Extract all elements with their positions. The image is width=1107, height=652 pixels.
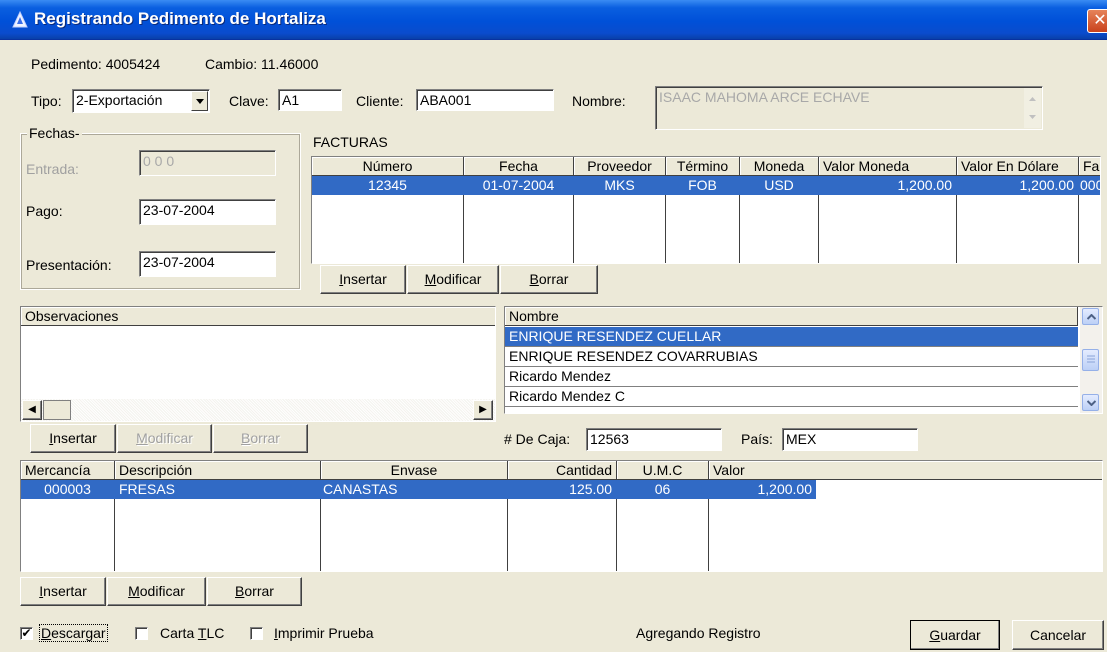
imprimir-prueba-label[interactable]: Imprimir Prueba: [274, 625, 374, 641]
facturas-title: FACTURAS: [313, 134, 388, 150]
cell-fa: 000: [1080, 177, 1100, 193]
col-cantidad[interactable]: Cantidad: [508, 461, 617, 480]
facturas-insertar-button[interactable]: Insertar: [320, 265, 406, 294]
descargar-checkbox[interactable]: ✔: [20, 627, 33, 640]
close-icon: ✕: [1093, 12, 1107, 29]
fechas-group-title: Fechas-: [27, 125, 82, 141]
window-title: Registrando Pedimento de Hortaliza: [34, 9, 326, 28]
presentacion-label: Presentación:: [26, 257, 112, 273]
tipo-selected-value: 2-Exportación: [76, 92, 163, 108]
caja-field[interactable]: 12563: [586, 428, 722, 451]
presentacion-field[interactable]: 23-07-2004: [139, 251, 276, 277]
mercancias-insertar-button[interactable]: Insertar: [20, 577, 106, 606]
cell-moneda: USD: [764, 177, 794, 193]
observaciones-hscrollbar[interactable]: [21, 399, 495, 421]
scroll-up-icon[interactable]: [1082, 308, 1099, 325]
scroll-thumb[interactable]: [1082, 349, 1099, 371]
col-proveedor[interactable]: Proveedor: [574, 157, 666, 176]
check-icon: ✔: [21, 626, 32, 640]
descargar-label[interactable]: Descargar: [39, 624, 108, 642]
cell-proveedor: MKS: [604, 177, 635, 193]
cell-mercancia: 000003: [44, 481, 91, 497]
observaciones-insertar-button[interactable]: Insertar: [30, 424, 116, 453]
tipo-label: Tipo:: [31, 93, 62, 109]
cell-cantidad: 125.00: [569, 481, 612, 497]
scroll-left-icon[interactable]: ◀: [22, 400, 42, 420]
carta-tlc-checkbox[interactable]: [135, 627, 148, 640]
col-envase[interactable]: Envase: [321, 461, 508, 480]
cell-numero: 12345: [368, 177, 407, 193]
nombre-scrollbar[interactable]: [1024, 88, 1041, 128]
pedimento-label: Pedimento: 4005424: [31, 56, 161, 72]
cliente-label: Cliente:: [356, 93, 404, 109]
col-mercancia[interactable]: Mercancía: [21, 461, 115, 480]
nombres-header: Nombre: [505, 307, 1078, 326]
cell-valor-moneda: 1,200.00: [897, 177, 953, 193]
cell-umc: 06: [654, 481, 671, 497]
pago-field[interactable]: 23-07-2004: [139, 199, 276, 225]
facturas-modificar-button[interactable]: Modificar: [407, 265, 499, 294]
list-item[interactable]: Ricardo Mendez C: [505, 387, 1078, 406]
col-moneda[interactable]: Moneda: [740, 157, 819, 176]
carta-tlc-label[interactable]: Carta TLC: [160, 625, 224, 641]
col-fa[interactable]: Fa: [1079, 157, 1100, 176]
col-descripcion[interactable]: Descripción: [115, 461, 321, 480]
cell-valor-dolares: 1,200.00: [1019, 177, 1075, 193]
scroll-right-icon[interactable]: ▶: [473, 400, 493, 420]
imprimir-prueba-checkbox[interactable]: [250, 627, 263, 640]
scroll-arrows-icon: [1029, 97, 1036, 119]
nombre-label: Nombre:: [572, 93, 626, 109]
observaciones-header: Observaciones: [21, 307, 495, 326]
mercancias-borrar-button[interactable]: Borrar: [207, 577, 302, 606]
col-valor-dolares[interactable]: Valor En Dólare: [957, 157, 1079, 176]
observaciones-panel[interactable]: Observaciones ◀ ▶: [20, 306, 496, 422]
observaciones-modificar-button[interactable]: Modificar: [117, 424, 212, 453]
cell-descripcion: FRESAS: [119, 481, 176, 497]
col-umc[interactable]: U.M.C: [617, 461, 709, 480]
observaciones-borrar-button[interactable]: Borrar: [213, 424, 308, 453]
tipo-select[interactable]: 2-Exportación: [72, 89, 210, 113]
chevron-down-icon[interactable]: [191, 91, 208, 111]
nombres-list[interactable]: Nombre ENRIQUE RESENDEZ CUELLAR ENRIQUE …: [504, 306, 1103, 414]
pais-label: País:: [741, 431, 773, 447]
cliente-field[interactable]: ABA001: [416, 89, 554, 111]
entrada-label: Entrada:: [26, 161, 79, 177]
clave-label: Clave:: [229, 93, 269, 109]
mercancias-grid[interactable]: Mercancía Descripción Envase Cantidad U.…: [20, 460, 1103, 572]
col-numero[interactable]: Número: [312, 157, 464, 176]
status-text: Agregando Registro: [636, 625, 761, 641]
cell-termino: FOB: [688, 177, 717, 193]
nombre-field: ISAAC MAHOMA ARCE ECHAVE: [655, 86, 1043, 130]
nombre-value: ISAAC MAHOMA ARCE ECHAVE: [659, 89, 870, 105]
guardar-button[interactable]: Guardar: [910, 620, 1000, 650]
cell-fecha: 01-07-2004: [482, 177, 555, 193]
entrada-field: 0 0 0: [139, 150, 276, 176]
app-icon: [12, 10, 28, 28]
facturas-grid[interactable]: Número Fecha Proveedor Término Moneda Va…: [311, 156, 1101, 264]
col-valor-moneda[interactable]: Valor Moneda: [819, 157, 957, 176]
pais-field[interactable]: MEX: [782, 428, 918, 451]
cell-envase: CANASTAS: [323, 481, 398, 497]
close-button[interactable]: ✕: [1087, 9, 1107, 33]
cambio-label: Cambio: 11.46000: [205, 56, 319, 72]
list-item[interactable]: ENRIQUE RESENDEZ COVARRUBIAS: [505, 347, 1078, 366]
mercancias-modificar-button[interactable]: Modificar: [107, 577, 206, 606]
cell-valor: 1,200.00: [757, 481, 813, 497]
scroll-down-icon[interactable]: [1082, 394, 1099, 411]
pago-label: Pago:: [26, 203, 63, 219]
facturas-borrar-button[interactable]: Borrar: [500, 265, 598, 294]
col-fecha[interactable]: Fecha: [464, 157, 574, 176]
caja-label: # De Caja:: [504, 431, 571, 447]
col-termino[interactable]: Término: [666, 157, 740, 176]
scroll-thumb[interactable]: [43, 400, 71, 420]
cancelar-button[interactable]: Cancelar: [1012, 620, 1104, 650]
clave-field[interactable]: A1: [278, 89, 342, 111]
list-item[interactable]: Ricardo Mendez: [505, 367, 1078, 386]
list-item[interactable]: ENRIQUE RESENDEZ CUELLAR: [505, 327, 1078, 346]
col-valor[interactable]: Valor: [709, 461, 1102, 480]
